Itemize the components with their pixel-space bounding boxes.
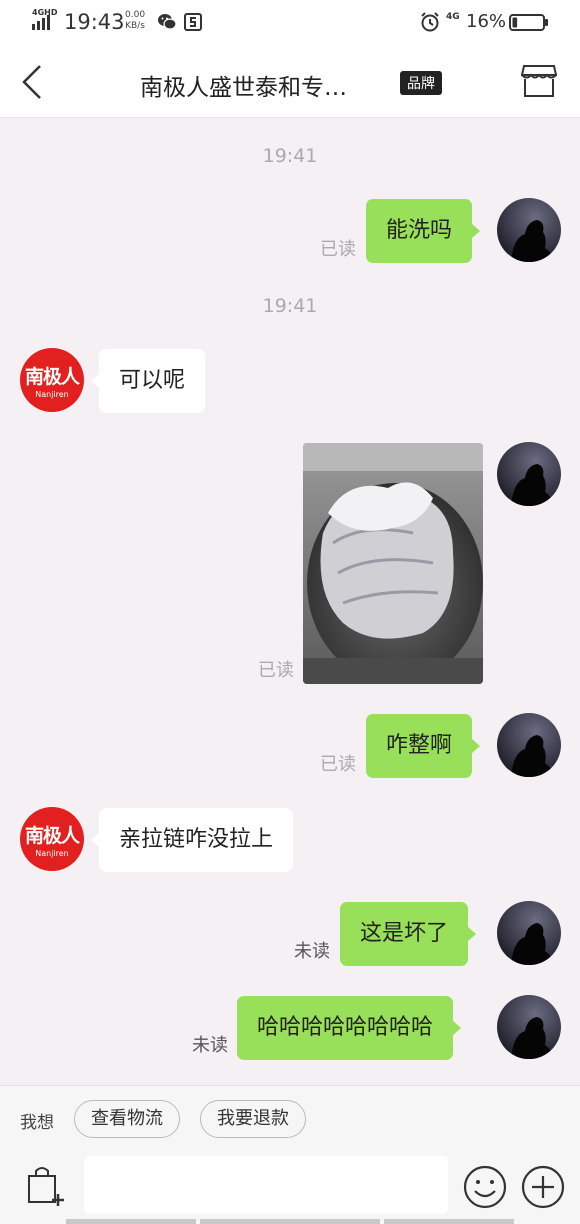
nav-indicator (66, 1219, 196, 1224)
network-speed-unit: KB/s (125, 21, 145, 31)
user-avatar-image (497, 198, 561, 262)
unread-status: 未读 (294, 941, 330, 962)
user-avatar[interactable] (497, 901, 561, 965)
message-image-washing-machine[interactable] (303, 443, 483, 684)
brand-badge: 品牌 (400, 71, 442, 95)
plus-icon[interactable] (521, 1165, 565, 1209)
message-bubble-outgoing[interactable]: 这是坏了 (340, 902, 477, 966)
message-bubble-outgoing[interactable]: 能洗吗 (366, 199, 481, 263)
user-avatar[interactable] (497, 442, 561, 506)
user-avatar-image (497, 995, 561, 1059)
user-avatar-image (497, 901, 561, 965)
shop-avatar-logo-subtext: Nanjiren (35, 849, 69, 858)
shop-avatar-logo-text: 南极人 (24, 825, 80, 847)
nav-indicator (384, 1219, 514, 1224)
user-avatar-image (497, 713, 561, 777)
shop-avatar-logo-subtext: Nanjiren (35, 390, 69, 399)
shop-avatar-logo-text: 南极人 (24, 366, 80, 388)
alarm-icon (421, 12, 439, 32)
user-avatar[interactable] (497, 995, 561, 1059)
unread-status: 未读 (192, 1035, 228, 1056)
network-speed: 0.00 KB/s (125, 10, 145, 32)
request-refund-chip[interactable]: 我要退款 (200, 1100, 306, 1138)
battery-icon (509, 14, 548, 31)
read-status: 已读 (320, 239, 356, 260)
shopping-bag-add-icon[interactable] (26, 1164, 66, 1206)
store-icon[interactable] (521, 64, 557, 98)
wechat-icon (158, 14, 177, 30)
emoji-icon[interactable] (463, 1165, 507, 1209)
read-status: 已读 (258, 660, 294, 681)
nav-indicator (200, 1219, 380, 1224)
notification-icon (184, 13, 202, 31)
view-logistics-chip[interactable]: 查看物流 (74, 1100, 180, 1138)
network-speed-value: 0.00 (125, 10, 146, 20)
user-avatar-image (497, 442, 561, 506)
battery-percent: 16% (466, 11, 507, 32)
message-bubble-incoming[interactable]: 可以呢 (90, 349, 206, 413)
quick-action-label: 我想 (20, 1113, 54, 1133)
timestamp: 19:41 (262, 145, 318, 167)
message-input[interactable] (84, 1156, 448, 1214)
mobile-data-indicator: 4G (446, 12, 460, 22)
message-bubble-outgoing[interactable]: 咋整啊 (366, 714, 481, 778)
user-avatar[interactable] (497, 198, 561, 262)
clock: 19:43 (64, 10, 125, 34)
signal-icon (32, 15, 50, 30)
message-bubble-outgoing[interactable]: 哈哈哈哈哈哈哈哈 (237, 996, 462, 1060)
message-bubble-incoming[interactable]: 亲拉链咋没拉上 (90, 808, 294, 872)
timestamp: 19:41 (262, 295, 318, 317)
back-chevron-icon[interactable] (18, 63, 46, 101)
shop-avatar[interactable]: 南极人 Nanjiren (20, 348, 84, 412)
washing-machine-photo (303, 443, 483, 684)
shop-avatar[interactable]: 南极人 Nanjiren (20, 807, 84, 871)
user-avatar[interactable] (497, 713, 561, 777)
chat-header: 南极人盛世泰和专… 品牌 (0, 46, 580, 118)
shop-title[interactable]: 南极人盛世泰和专… (140, 68, 390, 102)
read-status: 已读 (320, 754, 356, 775)
chat-input-bar: 我想 查看物流 我要退款 (0, 1085, 580, 1224)
status-bar: 4GHD 19:43 0.00 KB/s 4G 16% (0, 0, 580, 46)
